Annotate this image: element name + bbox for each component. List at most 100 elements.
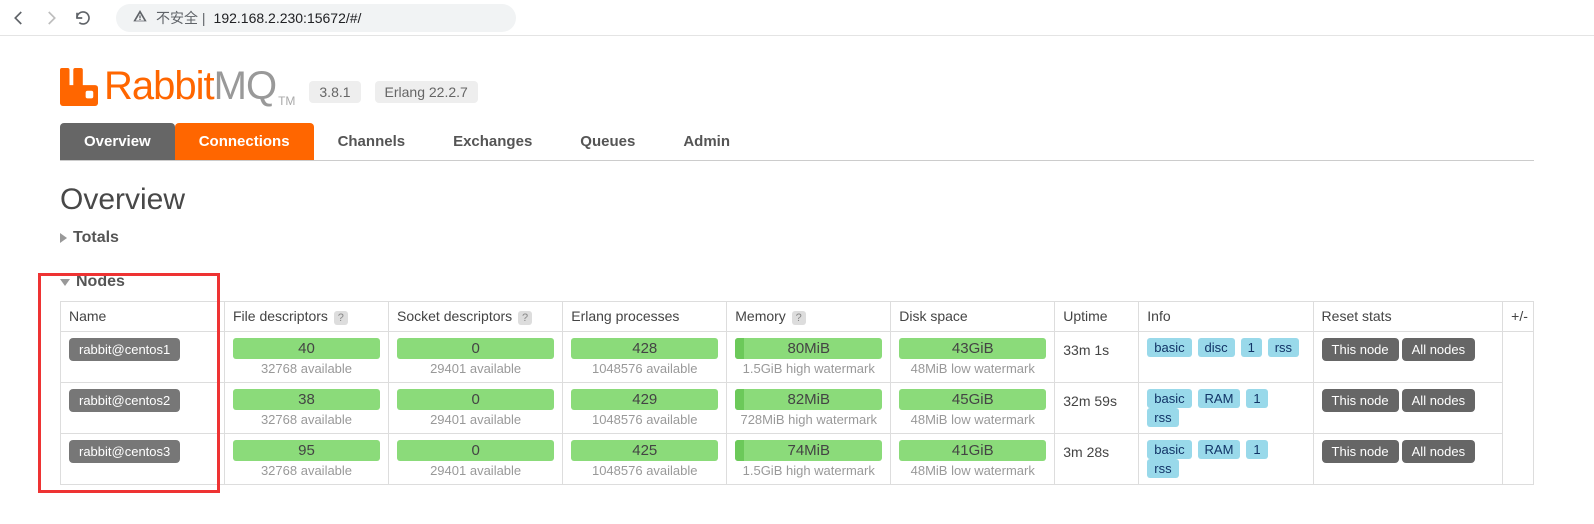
info-pill: rss bbox=[1268, 338, 1299, 357]
nodes-table: Name File descriptors ? Socket descripto… bbox=[60, 301, 1534, 485]
mem-sub: 728MiB high watermark bbox=[735, 412, 882, 427]
ep-bar: 429 bbox=[571, 389, 718, 410]
chevron-right-icon bbox=[60, 233, 67, 243]
uptime-value: 3m 28s bbox=[1063, 440, 1130, 460]
main-tabs: Overview Connections Channels Exchanges … bbox=[60, 123, 1534, 161]
info-pill: 1 bbox=[1246, 389, 1267, 408]
fd-bar: 95 bbox=[233, 440, 380, 461]
page-title: Overview bbox=[60, 183, 1534, 217]
info-pill: disc bbox=[1198, 338, 1235, 357]
fd-bar: 40 bbox=[233, 338, 380, 359]
rabbitmq-logo[interactable]: RabbitMQTM bbox=[60, 64, 295, 109]
sd-bar: 0 bbox=[397, 440, 554, 461]
reload-button[interactable] bbox=[74, 9, 92, 27]
table-row: rabbit@centos2 38 32768 available 0 29401 av… bbox=[61, 383, 1534, 434]
disk-bar: 45GiB bbox=[899, 389, 1046, 410]
logo-text-mq: MQ bbox=[214, 64, 276, 109]
uptime-value: 33m 1s bbox=[1063, 338, 1130, 358]
sd-bar: 0 bbox=[397, 338, 554, 359]
sd-sub: 29401 available bbox=[397, 361, 554, 376]
disk-bar: 43GiB bbox=[899, 338, 1046, 359]
help-icon[interactable]: ? bbox=[792, 311, 806, 325]
back-button[interactable] bbox=[10, 9, 28, 27]
info-pills: basic RAM 1 rss bbox=[1147, 440, 1304, 478]
help-icon[interactable]: ? bbox=[334, 311, 348, 325]
info-pills: basic RAM 1 rss bbox=[1147, 389, 1304, 427]
th-ep[interactable]: Erlang processes bbox=[563, 302, 727, 332]
table-row: rabbit@centos3 95 32768 available 0 29401 av… bbox=[61, 434, 1534, 485]
info-pill: RAM bbox=[1198, 440, 1241, 459]
fd-sub: 32768 available bbox=[233, 361, 380, 376]
browser-toolbar: 不安全 | 192.168.2.230:15672/#/ bbox=[0, 0, 1594, 36]
node-name-badge[interactable]: rabbit@centos1 bbox=[69, 338, 180, 361]
mem-bar: 82MiB bbox=[735, 389, 882, 410]
insecure-icon bbox=[132, 8, 148, 27]
node-name-badge[interactable]: rabbit@centos2 bbox=[69, 389, 180, 412]
reset-this-node-button[interactable]: This node bbox=[1322, 440, 1399, 463]
forward-button[interactable] bbox=[42, 9, 60, 27]
info-pill: basic bbox=[1147, 440, 1191, 459]
th-reset[interactable]: Reset stats bbox=[1313, 302, 1503, 332]
table-row: rabbit@centos1 40 32768 available 0 29401 av… bbox=[61, 332, 1534, 383]
chevron-down-icon bbox=[60, 279, 70, 286]
info-pill: 1 bbox=[1246, 440, 1267, 459]
tab-overview[interactable]: Overview bbox=[60, 123, 175, 160]
node-name-badge[interactable]: rabbit@centos3 bbox=[69, 440, 180, 463]
ep-sub: 1048576 available bbox=[571, 412, 718, 427]
reset-all-nodes-button[interactable]: All nodes bbox=[1402, 440, 1475, 463]
reset-this-node-button[interactable]: This node bbox=[1322, 338, 1399, 361]
sd-sub: 29401 available bbox=[397, 412, 554, 427]
th-uptime[interactable]: Uptime bbox=[1055, 302, 1139, 332]
info-pill: basic bbox=[1147, 338, 1191, 357]
info-pill: rss bbox=[1147, 408, 1178, 427]
address-bar[interactable]: 不安全 | 192.168.2.230:15672/#/ bbox=[116, 4, 516, 32]
fd-sub: 32768 available bbox=[233, 412, 380, 427]
plusminus-cell bbox=[1503, 332, 1534, 485]
disk-sub: 48MiB low watermark bbox=[899, 361, 1046, 376]
fd-bar: 38 bbox=[233, 389, 380, 410]
ep-bar: 425 bbox=[571, 440, 718, 461]
info-pill: rss bbox=[1147, 459, 1178, 478]
section-nodes-label: Nodes bbox=[76, 273, 125, 291]
section-totals-label: Totals bbox=[73, 229, 119, 247]
th-info[interactable]: Info bbox=[1139, 302, 1313, 332]
help-icon[interactable]: ? bbox=[518, 311, 532, 325]
th-disk[interactable]: Disk space bbox=[891, 302, 1055, 332]
table-header-row: Name File descriptors ? Socket descripto… bbox=[61, 302, 1534, 332]
info-pill: 1 bbox=[1241, 338, 1262, 357]
sd-sub: 29401 available bbox=[397, 463, 554, 478]
url-insecure-label: 不安全 | bbox=[156, 8, 206, 28]
mem-sub: 1.5GiB high watermark bbox=[735, 361, 882, 376]
info-pill: basic bbox=[1147, 389, 1191, 408]
th-plusminus[interactable]: +/- bbox=[1503, 302, 1534, 332]
info-pills: basic disc 1 rss bbox=[1147, 338, 1304, 357]
header: RabbitMQTM 3.8.1 Erlang 22.2.7 bbox=[60, 46, 1534, 123]
reset-all-nodes-button[interactable]: All nodes bbox=[1402, 338, 1475, 361]
tab-exchanges[interactable]: Exchanges bbox=[429, 123, 556, 160]
url-text: 192.168.2.230:15672/#/ bbox=[214, 10, 362, 26]
th-name[interactable]: Name bbox=[61, 302, 225, 332]
section-nodes-toggle[interactable]: Nodes bbox=[60, 267, 1534, 297]
th-mem[interactable]: Memory ? bbox=[727, 302, 891, 332]
version-badge: 3.8.1 bbox=[309, 81, 360, 103]
th-sd[interactable]: Socket descriptors ? bbox=[389, 302, 563, 332]
tab-queues[interactable]: Queues bbox=[556, 123, 659, 160]
tab-connections[interactable]: Connections bbox=[175, 123, 314, 160]
logo-tm: TM bbox=[278, 94, 295, 108]
ep-bar: 428 bbox=[571, 338, 718, 359]
reset-this-node-button[interactable]: This node bbox=[1322, 389, 1399, 412]
ep-sub: 1048576 available bbox=[571, 361, 718, 376]
mem-bar: 74MiB bbox=[735, 440, 882, 461]
sd-bar: 0 bbox=[397, 389, 554, 410]
fd-sub: 32768 available bbox=[233, 463, 380, 478]
rabbitmq-logo-icon bbox=[60, 68, 98, 106]
tab-channels[interactable]: Channels bbox=[314, 123, 430, 160]
section-totals-toggle[interactable]: Totals bbox=[60, 223, 1534, 253]
logo-text-rabbit: Rabbit bbox=[104, 64, 214, 109]
disk-sub: 48MiB low watermark bbox=[899, 412, 1046, 427]
mem-bar: 80MiB bbox=[735, 338, 882, 359]
reset-all-nodes-button[interactable]: All nodes bbox=[1402, 389, 1475, 412]
tab-admin[interactable]: Admin bbox=[659, 123, 754, 160]
disk-sub: 48MiB low watermark bbox=[899, 463, 1046, 478]
th-fd[interactable]: File descriptors ? bbox=[225, 302, 389, 332]
